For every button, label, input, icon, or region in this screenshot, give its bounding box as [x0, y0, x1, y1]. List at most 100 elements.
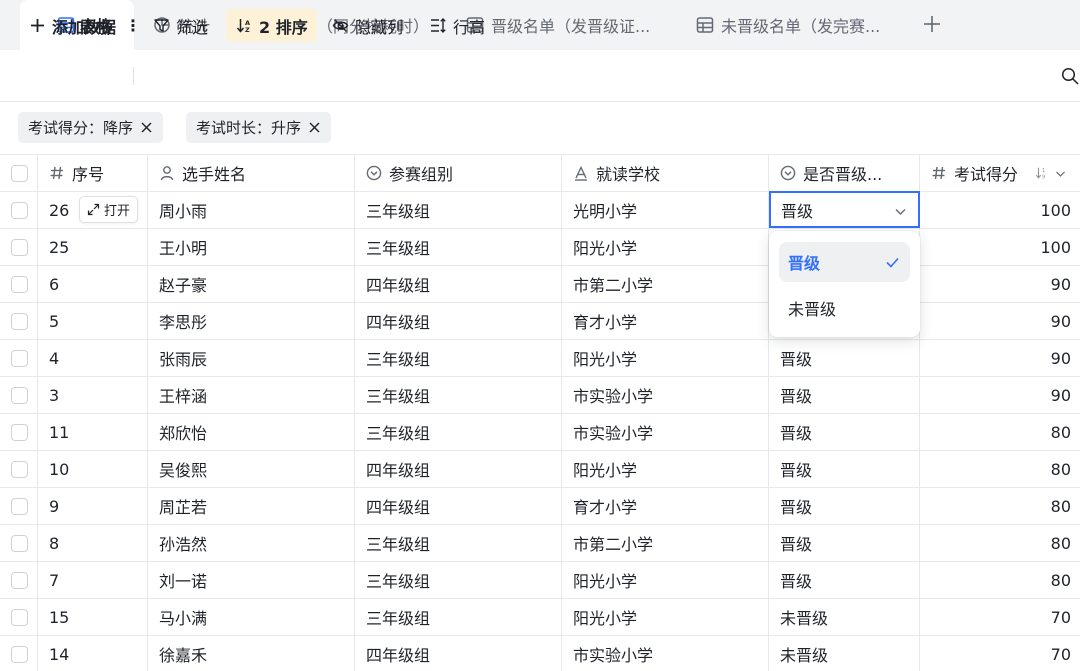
cell-promoted[interactable]: 未晋级: [769, 636, 920, 671]
row-checkbox[interactable]: [11, 608, 28, 626]
cell-score[interactable]: 90: [920, 303, 1080, 339]
cell-group[interactable]: 三年级组: [355, 192, 562, 228]
cell-group[interactable]: 四年级组: [355, 636, 562, 671]
row-select-cell[interactable]: [0, 192, 38, 228]
sort-chip-duration[interactable]: 考试时长：升序: [186, 112, 332, 143]
cell-score[interactable]: 100: [920, 229, 1080, 265]
row-select-cell[interactable]: [0, 562, 38, 598]
cell-group[interactable]: 三年级组: [355, 414, 562, 450]
cell-group[interactable]: 四年级组: [355, 488, 562, 524]
cell-school[interactable]: 光明小学: [562, 192, 769, 228]
cell-school[interactable]: 阳光小学: [562, 451, 769, 487]
row-checkbox[interactable]: [11, 423, 28, 441]
table-row[interactable]: 7 刘一诺 三年级组 阳光小学 晋级 80: [0, 562, 1080, 599]
close-icon[interactable]: [308, 121, 321, 134]
close-icon[interactable]: [140, 121, 153, 134]
row-checkbox[interactable]: [11, 571, 28, 589]
cell-index[interactable]: 9: [38, 488, 148, 524]
cell-index[interactable]: 14: [38, 636, 148, 671]
cell-index[interactable]: 11: [38, 414, 148, 450]
column-header-name[interactable]: 选手姓名: [148, 155, 355, 191]
cell-school[interactable]: 阳光小学: [562, 229, 769, 265]
cell-name[interactable]: 周小雨: [148, 192, 355, 228]
cell-name[interactable]: 赵子豪: [148, 266, 355, 302]
cell-group[interactable]: 三年级组: [355, 229, 562, 265]
row-select-cell[interactable]: [0, 303, 38, 339]
cell-index[interactable]: 6: [38, 266, 148, 302]
cell-index[interactable]: 10: [38, 451, 148, 487]
tab-promoted-list[interactable]: 晋级名单（发晋级证...: [466, 0, 650, 50]
row-height-button[interactable]: 行高: [430, 9, 485, 42]
row-checkbox[interactable]: [11, 534, 28, 552]
cell-name[interactable]: 张雨辰: [148, 340, 355, 376]
cell-name[interactable]: 马小满: [148, 599, 355, 635]
cell-group[interactable]: 四年级组: [355, 451, 562, 487]
column-header-group[interactable]: 参赛组别: [355, 155, 562, 191]
cell-group[interactable]: 三年级组: [355, 377, 562, 413]
cell-index[interactable]: 3: [38, 377, 148, 413]
table-row[interactable]: 15 马小满 三年级组 阳光小学 未晋级 70: [0, 599, 1080, 636]
cell-name[interactable]: 刘一诺: [148, 562, 355, 598]
cell-school[interactable]: 阳光小学: [562, 562, 769, 598]
cell-promoted[interactable]: 晋级: [769, 525, 920, 561]
row-checkbox[interactable]: [11, 386, 28, 404]
row-checkbox[interactable]: [11, 460, 28, 478]
row-checkbox[interactable]: [11, 312, 28, 330]
row-select-cell[interactable]: [0, 266, 38, 302]
table-row[interactable]: 4 张雨辰 三年级组 阳光小学 晋级 90: [0, 340, 1080, 377]
row-select-cell[interactable]: [0, 340, 38, 376]
cell-name[interactable]: 周芷若: [148, 488, 355, 524]
cell-name[interactable]: 孙浩然: [148, 525, 355, 561]
cell-score[interactable]: 80: [920, 525, 1080, 561]
cell-index[interactable]: 8: [38, 525, 148, 561]
table-row[interactable]: 10 吴俊熙 四年级组 阳光小学 晋级 80: [0, 451, 1080, 488]
row-select-cell[interactable]: [0, 229, 38, 265]
row-checkbox[interactable]: [11, 349, 28, 367]
cell-score[interactable]: 90: [920, 266, 1080, 302]
column-header-school[interactable]: 就读学校: [562, 155, 769, 191]
cell-school[interactable]: 阳光小学: [562, 340, 769, 376]
row-checkbox[interactable]: [11, 497, 28, 515]
cell-name[interactable]: 吴俊熙: [148, 451, 355, 487]
cell-promoted[interactable]: 晋级: [769, 414, 920, 450]
cell-school[interactable]: 市实验小学: [562, 636, 769, 671]
cell-promoted[interactable]: 晋级: [769, 451, 920, 487]
table-row[interactable]: 11 郑欣怡 三年级组 市实验小学 晋级 80: [0, 414, 1080, 451]
cell-promoted[interactable]: 晋级: [769, 562, 920, 598]
cell-index[interactable]: 7: [38, 562, 148, 598]
cell-name[interactable]: 郑欣怡: [148, 414, 355, 450]
cell-group[interactable]: 四年级组: [355, 303, 562, 339]
cell-school[interactable]: 育才小学: [562, 488, 769, 524]
row-select-cell[interactable]: [0, 525, 38, 561]
cell-index[interactable]: 15: [38, 599, 148, 635]
add-record-button[interactable]: 添加数据: [29, 9, 116, 42]
cell-score[interactable]: 80: [920, 488, 1080, 524]
cell-score[interactable]: 100: [920, 192, 1080, 228]
cell-score[interactable]: 90: [920, 377, 1080, 413]
cell-score[interactable]: 70: [920, 599, 1080, 635]
cell-school[interactable]: 市第二小学: [562, 525, 769, 561]
cell-promoted[interactable]: 晋级: [769, 377, 920, 413]
table-row[interactable]: 8 孙浩然 三年级组 市第二小学 晋级 80: [0, 525, 1080, 562]
cell-promoted[interactable]: 晋级: [769, 340, 920, 376]
chevron-down-icon[interactable]: [894, 205, 907, 218]
cell-index[interactable]: 5: [38, 303, 148, 339]
sort-descending-icon[interactable]: 19: [1035, 166, 1049, 180]
cell-group[interactable]: 三年级组: [355, 562, 562, 598]
tab-more-icon[interactable]: ⋮: [125, 16, 141, 35]
cell-school[interactable]: 阳光小学: [562, 599, 769, 635]
chevron-down-icon[interactable]: [1054, 167, 1067, 180]
promoted-select-cell[interactable]: 晋级: [769, 191, 920, 228]
cell-school[interactable]: 育才小学: [562, 303, 769, 339]
cell-score[interactable]: 80: [920, 414, 1080, 450]
select-all-checkbox[interactable]: [11, 164, 28, 182]
column-header-index[interactable]: 序号: [38, 155, 148, 191]
row-select-cell[interactable]: [0, 414, 38, 450]
table-row[interactable]: 14 徐嘉禾 四年级组 市实验小学 未晋级 70: [0, 636, 1080, 671]
cell-promoted[interactable]: 未晋级: [769, 599, 920, 635]
cell-name[interactable]: 徐嘉禾: [148, 636, 355, 671]
cell-score[interactable]: 70: [920, 636, 1080, 671]
cell-school[interactable]: 市第二小学: [562, 266, 769, 302]
cell-index[interactable]: 4: [38, 340, 148, 376]
row-select-cell[interactable]: [0, 599, 38, 635]
